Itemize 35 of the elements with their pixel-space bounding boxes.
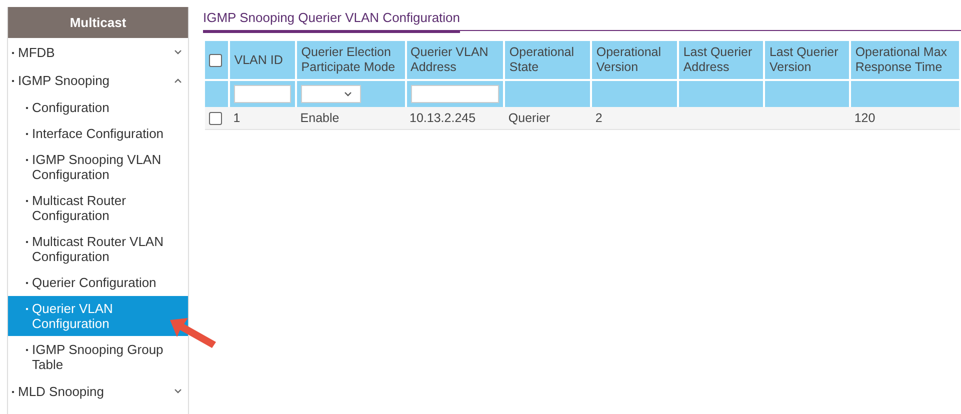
column-header: Querier Election Participate Mode — [296, 41, 406, 80]
table-cell: 1 — [233, 111, 240, 125]
column-header: Operational Version — [591, 41, 678, 80]
sidebar-item[interactable]: IGMP Snooping — [8, 67, 188, 94]
filter-dropdown[interactable] — [301, 85, 362, 103]
table-cell: 120 — [854, 111, 876, 125]
table-cell: 10.13.2.245 — [410, 111, 476, 125]
select-all-checkbox[interactable] — [209, 54, 222, 67]
sidebar-item[interactable]: Multicast Router Configuration — [8, 188, 188, 228]
column-header: Operational State — [504, 41, 592, 80]
chevron-down-icon — [174, 50, 182, 55]
chevron-down-icon — [174, 389, 182, 394]
sidebar-item[interactable]: Multicast Router VLAN Configuration — [8, 229, 188, 269]
page-title: IGMP Snooping Querier VLAN Configuration — [203, 7, 460, 33]
sidebar-item[interactable]: Configuration — [8, 95, 188, 120]
table-cell: Enable — [300, 111, 340, 125]
column-header: Operational Max Response Time — [850, 41, 960, 80]
filter-field[interactable] — [410, 85, 500, 103]
sidebar-item[interactable]: IGMP Snooping Group Table — [8, 337, 188, 377]
table-cell: 2 — [595, 111, 602, 125]
row-checkbox[interactable] — [209, 112, 222, 126]
chevron-up-icon — [174, 78, 182, 83]
sidebar-item[interactable]: IGMP Snooping VLAN Configuration — [8, 147, 188, 187]
column-header: Last Querier Version — [764, 41, 850, 80]
sidebar-item[interactable]: MLD Snooping — [8, 378, 188, 405]
column-header: Last Querier Address — [678, 41, 764, 80]
table-cell: Querier — [508, 111, 550, 125]
chevron-down-icon — [344, 92, 352, 96]
sidebar-item[interactable]: Querier Configuration — [8, 270, 188, 295]
column-header: VLAN ID — [229, 41, 296, 80]
sidebar-item[interactable]: Interface Configuration — [8, 121, 188, 146]
sidebar-item[interactable]: MFDB — [8, 39, 188, 66]
filter-field[interactable] — [234, 85, 292, 103]
sidebar-header: Multicast — [8, 7, 188, 38]
column-header: Querier VLAN Address — [406, 41, 504, 80]
